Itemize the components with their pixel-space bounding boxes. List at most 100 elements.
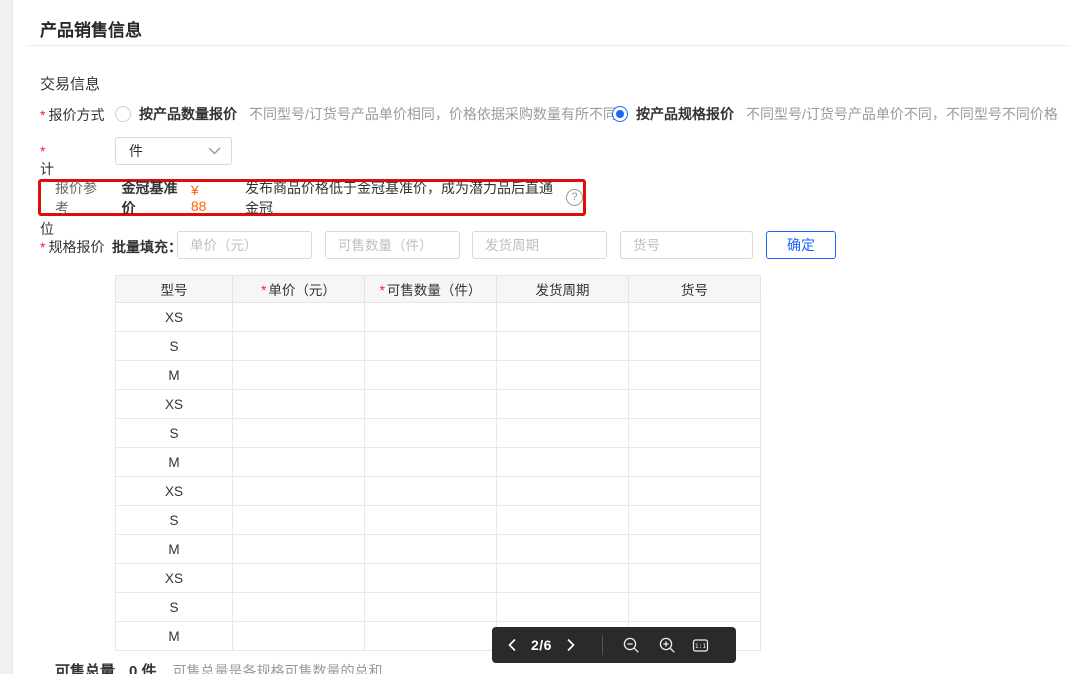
lead-time-cell[interactable] [496,505,629,535]
quote-method-row: * 报价方式 按产品数量报价 不同型号/订货号产品单价相同，价格依据采购数量有所不… [0,104,1070,124]
batch-item-no-input[interactable] [620,231,753,259]
item-no-cell[interactable] [628,563,761,593]
available-qty-cell[interactable] [364,389,497,419]
lead-time-cell[interactable] [496,389,629,419]
unit-price-cell[interactable] [232,447,365,477]
batch-lead-time-input[interactable] [472,231,607,259]
unit-price-cell[interactable] [232,505,365,535]
lead-time-cell[interactable] [496,418,629,448]
spec-quote-label-wrap: * 规格报价 [40,237,104,257]
lead-time-cell[interactable] [496,592,629,622]
available-qty-cell[interactable] [364,418,497,448]
available-qty-cell[interactable] [364,621,497,651]
radio-option-by-quantity[interactable]: 按产品数量报价 不同型号/订货号产品单价相同，价格依据采购数量有所不同 [115,104,617,124]
model-cell: S [115,331,233,361]
model-cell: XS [115,476,233,506]
model-cell: S [115,592,233,622]
available-qty-cell[interactable] [364,563,497,593]
chevron-left-icon[interactable] [507,638,517,652]
spec-table-body: XS S M XS S M XS S M XS S M [115,302,761,651]
column-header: 货号 [628,275,761,303]
radio-option-by-spec[interactable]: 按产品规格报价 不同型号/订货号产品单价不同，不同型号不同价格 [612,104,1058,124]
available-qty-cell[interactable] [364,592,497,622]
chevron-right-icon[interactable] [566,638,576,652]
benchmark-price-label: 金冠基准价 [121,179,178,216]
spec-price-table: 型号 * 单价（元） * 可售数量（件） 发货周期 货号 XS S M XS S M XS S M XS S M [115,275,761,651]
model-cell: XS [115,302,233,332]
column-header: * 单价（元） [232,275,365,303]
unit-price-cell[interactable] [232,592,365,622]
lead-time-cell[interactable] [496,476,629,506]
item-no-cell[interactable] [628,534,761,564]
quote-method-label: 报价方式 [48,107,105,123]
unit-price-cell[interactable] [232,563,365,593]
model-cell: M [115,360,233,390]
model-cell: S [115,505,233,535]
batch-unit-price-input[interactable] [177,231,312,259]
total-quantity-row: 可售总量 0 件 可售总量是各规格可售数量的总和 [55,660,383,674]
page-indicator: 2/6 [531,637,552,653]
item-no-cell[interactable] [628,592,761,622]
lead-time-cell[interactable] [496,360,629,390]
table-row: S [115,418,761,448]
item-no-cell[interactable] [628,418,761,448]
radio-checked-icon[interactable] [612,106,628,122]
svg-text:1:1: 1:1 [695,642,706,649]
lead-time-cell[interactable] [496,563,629,593]
model-cell: M [115,447,233,477]
unit-price-cell[interactable] [232,418,365,448]
pager-divider [601,635,603,655]
question-circle-icon[interactable]: ? [566,189,583,206]
unit-price-cell[interactable] [232,534,365,564]
quote-method-label-wrap: * 报价方式 [40,105,104,125]
available-qty-cell[interactable] [364,447,497,477]
zoom-out-icon[interactable] [623,637,640,654]
item-no-cell[interactable] [628,447,761,477]
actual-size-icon[interactable]: 1:1 [692,637,709,654]
unit-price-cell[interactable] [232,476,365,506]
zoom-in-icon[interactable] [659,637,676,654]
available-qty-cell[interactable] [364,331,497,361]
radio-option-label[interactable]: 按产品规格报价 [636,104,734,124]
total-quantity-desc: 可售总量是各规格可售数量的总和 [172,662,383,674]
table-row: XS [115,389,761,419]
table-header-row: 型号 * 单价（元） * 可售数量（件） 发货周期 货号 [115,275,761,303]
lead-time-cell[interactable] [496,331,629,361]
unit-price-cell[interactable] [232,389,365,419]
item-no-cell[interactable] [628,476,761,506]
lead-time-cell[interactable] [496,447,629,477]
item-no-cell[interactable] [628,505,761,535]
item-no-cell[interactable] [628,360,761,390]
confirm-button[interactable]: 确定 [766,231,836,259]
unit-price-cell[interactable] [232,360,365,390]
lead-time-cell[interactable] [496,302,629,332]
item-no-cell[interactable] [628,331,761,361]
item-no-cell[interactable] [628,389,761,419]
required-asterisk: * [40,143,46,159]
model-cell: S [115,418,233,448]
available-qty-cell[interactable] [364,505,497,535]
unit-select[interactable]: 件 [115,137,232,165]
batch-available-qty-input[interactable] [325,231,460,259]
available-qty-cell[interactable] [364,476,497,506]
column-header: 发货周期 [496,275,629,303]
total-quantity-value: 0 件 [129,663,157,674]
unit-price-cell[interactable] [232,621,365,651]
available-qty-cell[interactable] [364,360,497,390]
unit-select-value: 件 [129,143,143,159]
column-header: 型号 [115,275,233,303]
image-pager-toolbar: 2/6 1:1 [492,627,736,663]
radio-option-desc: 不同型号/订货号产品单价相同，价格依据采购数量有所不同 [249,106,617,122]
table-row: XS [115,302,761,332]
table-row: XS [115,476,761,506]
radio-unchecked-icon[interactable] [115,106,131,122]
unit-price-cell[interactable] [232,331,365,361]
radio-option-label[interactable]: 按产品数量报价 [139,104,237,124]
lead-time-cell[interactable] [496,534,629,564]
item-no-cell[interactable] [628,302,761,332]
available-qty-cell[interactable] [364,302,497,332]
price-reference-highlight-box: 报价参考 金冠基准价 ¥ 88 发布商品价格低于金冠基准价，成为潜力品后直通金冠… [38,179,586,216]
title-divider [26,45,1070,46]
unit-price-cell[interactable] [232,302,365,332]
available-qty-cell[interactable] [364,534,497,564]
